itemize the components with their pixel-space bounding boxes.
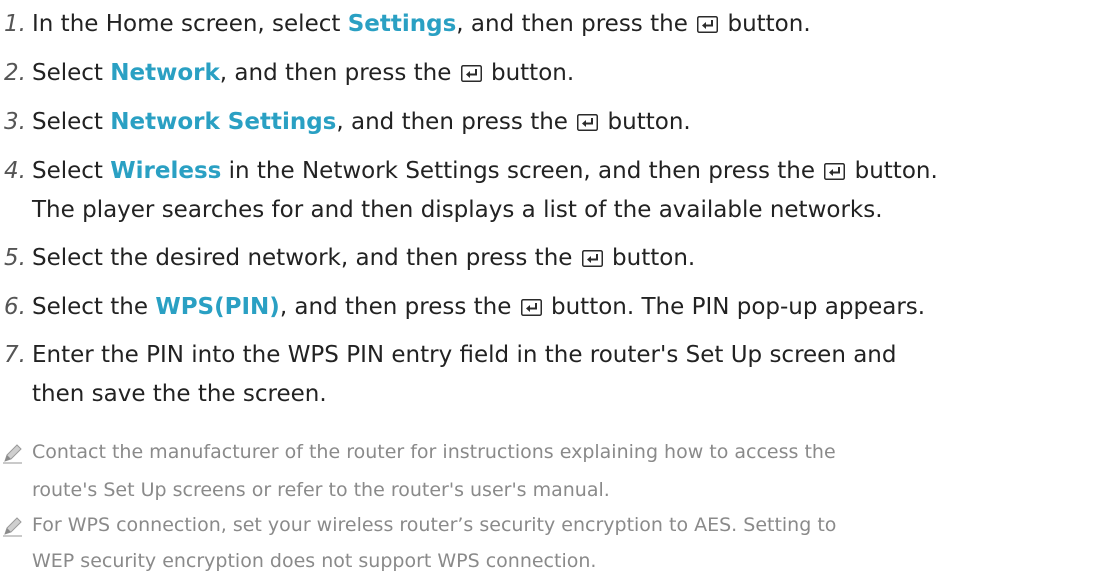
step-number: 5. — [4, 245, 26, 271]
step-text-line2: The player searches for and then display… — [32, 197, 883, 223]
step-text-line2: then save the the screen. — [32, 381, 327, 407]
pencil-note-icon — [3, 517, 22, 537]
enter-button-icon — [520, 299, 542, 316]
pencil-note-icon — [3, 444, 22, 464]
step-text-part: , and then press the — [336, 109, 576, 135]
step-text-part: Select — [32, 60, 111, 86]
step-text: Select Network Settings, and then press … — [32, 105, 691, 139]
enter-button-icon — [824, 163, 846, 180]
step-text-part: in the Network Settings screen, and then… — [221, 158, 823, 184]
step-text-part: , and then press the — [219, 60, 459, 86]
step-text: Select Network, and then press the butto… — [32, 56, 574, 90]
note-text-line2: WEP security encryption does not support… — [32, 550, 597, 572]
step-number: 3. — [4, 109, 26, 135]
step-text-part: In the Home screen, select — [32, 11, 348, 37]
step-text: Select the desired network, and then pre… — [32, 241, 695, 275]
enter-button-icon — [697, 16, 719, 33]
step-number: 4. — [4, 158, 26, 184]
step-text-part: Select the desired network, and then pre… — [32, 245, 580, 271]
step-number: 2. — [4, 60, 26, 86]
step-text: In the Home screen, select Settings, and… — [32, 7, 811, 41]
step-text-part: , and then press the — [279, 294, 519, 320]
step-text-part: Select — [32, 158, 111, 184]
step-text-part: button. — [483, 60, 575, 86]
step-text: Enter the PIN into the WPS PIN entry fie… — [32, 342, 897, 368]
step-number: 7. — [4, 342, 26, 368]
step-text-part: button. — [720, 11, 811, 37]
note-text: For WPS connection, set your wireless ro… — [32, 514, 837, 536]
step-text: Select the WPS(PIN), and then press the … — [32, 290, 925, 324]
enter-button-icon — [460, 65, 482, 82]
step-text-part: , and then press the — [456, 11, 696, 37]
step-text-part: Select the — [32, 294, 156, 320]
step-text-part: button. — [847, 158, 938, 184]
step-text-part: Select — [32, 109, 111, 135]
step-text-part: button. — [600, 109, 691, 135]
menu-term-wps-pin: WPS(PIN) — [155, 294, 280, 320]
note-text-line2: route's Set Up screens or refer to the r… — [32, 479, 610, 501]
step-number: 6. — [4, 294, 26, 320]
enter-button-icon — [577, 114, 599, 131]
enter-button-icon — [581, 250, 603, 267]
menu-term-settings: Settings — [347, 11, 457, 37]
menu-term-network: Network — [110, 60, 220, 86]
menu-term-wireless: Wireless — [110, 158, 222, 184]
step-number: 1. — [4, 11, 26, 37]
step-text: Select Wireless in the Network Settings … — [32, 154, 938, 188]
menu-term-network-settings: Network Settings — [110, 109, 337, 135]
step-text-part: button. The PIN pop-up appears. — [543, 294, 926, 320]
step-text-part: button. — [604, 245, 696, 271]
note-text: Contact the manufacturer of the router f… — [32, 441, 836, 463]
